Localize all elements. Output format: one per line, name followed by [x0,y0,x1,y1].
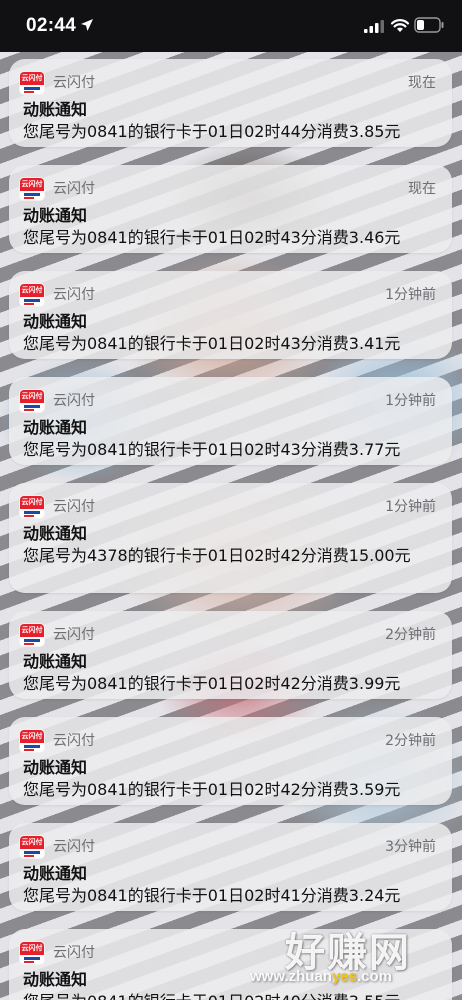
app-name: 云闪付 [53,287,95,303]
notification-body: 您尾号为0841的银行卡于01日02时42分消费3.99元 [23,674,401,693]
app-name: 云闪付 [53,945,95,961]
notification-body: 您尾号为0841的银行卡于01日02时43分消费3.41元 [23,334,401,353]
notification-time: 3分钟前 [385,839,436,855]
app-name: 云闪付 [53,733,95,749]
notification-title: 动账通知 [23,100,88,119]
notification-time: 1分钟前 [385,393,436,409]
notification-card[interactable]: 云闪付 云闪付 1分钟前 动账通知 您尾号为4378的银行卡于01日02时42分… [9,483,452,593]
unionpay-app-icon: 云闪付 [19,283,45,307]
app-name: 云闪付 [53,181,95,197]
notification-card[interactable]: 云闪付 云闪付 现在 动账通知 您尾号为0841的银行卡于01日02时44分消费… [9,59,452,147]
notification-body: 您尾号为4378的银行卡于01日02时42分消费15.00元 [23,546,411,565]
notification-card[interactable]: 云闪付 云闪付 2分钟前 动账通知 您尾号为0841的银行卡于01日02时42分… [9,611,452,699]
battery-icon [414,17,444,33]
notification-title: 动账通知 [23,864,88,883]
site-watermark: 好赚网 www.zhuanyes.com [248,920,458,1000]
notification-time: 2分钟前 [385,733,436,749]
unionpay-app-icon: 云闪付 [19,941,45,965]
notification-title: 动账通知 [23,758,88,777]
unionpay-app-icon: 云闪付 [19,835,45,859]
app-name: 云闪付 [53,499,95,515]
notification-title: 动账通知 [23,312,88,331]
location-arrow-icon [81,19,93,31]
notification-title: 动账通知 [23,524,88,543]
app-name: 云闪付 [53,393,95,409]
signal-icon [364,20,384,33]
notification-title: 动账通知 [23,418,88,437]
notification-body: 您尾号为0841的银行卡于01日02时44分消费3.85元 [23,122,401,141]
unionpay-app-icon: 云闪付 [19,71,45,95]
notification-body: 您尾号为0841的银行卡于01日02时41分消费3.24元 [23,886,401,905]
notification-time: 1分钟前 [385,287,436,303]
notification-time: 1分钟前 [385,499,436,515]
unionpay-app-icon: 云闪付 [19,623,45,647]
notification-time: 2分钟前 [385,627,436,643]
notification-body: 您尾号为0841的银行卡于01日02时43分消费3.77元 [23,440,401,459]
notification-time: 现在 [408,181,436,197]
wifi-icon [390,19,410,32]
notification-card[interactable]: 云闪付 云闪付 1分钟前 动账通知 您尾号为0841的银行卡于01日02时43分… [9,271,452,359]
notification-time: 现在 [408,75,436,91]
watermark-url: www.zhuanyes.com [250,968,392,985]
app-name: 云闪付 [53,75,95,91]
unionpay-app-icon: 云闪付 [19,177,45,201]
unionpay-app-icon: 云闪付 [19,389,45,413]
status-bar: 02:44 [0,0,462,52]
notification-card[interactable]: 云闪付 云闪付 现在 动账通知 您尾号为0841的银行卡于01日02时43分消费… [9,165,452,253]
notification-title: 动账通知 [23,652,88,671]
notification-title: 动账通知 [23,206,88,225]
status-time: 02:44 [26,15,77,36]
unionpay-app-icon: 云闪付 [19,495,45,519]
notification-body: 您尾号为0841的银行卡于01日02时42分消费3.59元 [23,780,401,799]
notification-body: 您尾号为0841的银行卡于01日02时43分消费3.46元 [23,228,401,247]
app-name: 云闪付 [53,839,95,855]
notification-card[interactable]: 云闪付 云闪付 3分钟前 动账通知 您尾号为0841的银行卡于01日02时41分… [9,823,452,911]
notification-card[interactable]: 云闪付 云闪付 1分钟前 动账通知 您尾号为0841的银行卡于01日02时43分… [9,377,452,465]
unionpay-app-icon: 云闪付 [19,729,45,753]
app-name: 云闪付 [53,627,95,643]
notification-card[interactable]: 云闪付 云闪付 2分钟前 动账通知 您尾号为0841的银行卡于01日02时42分… [9,717,452,805]
